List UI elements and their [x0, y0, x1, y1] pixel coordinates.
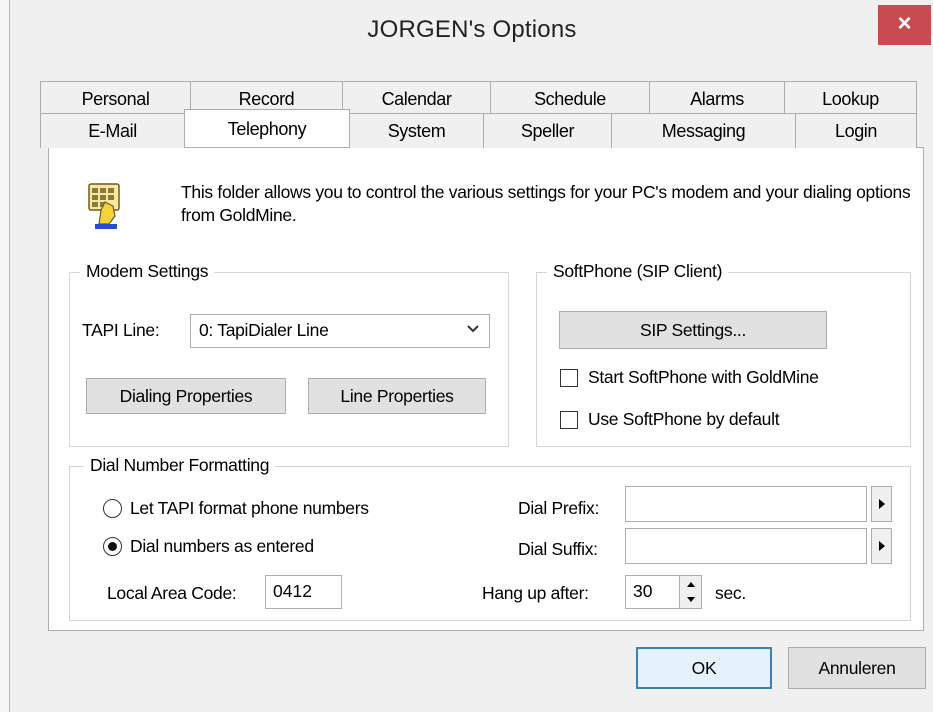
local-area-code-input[interactable]: 0412: [265, 575, 342, 609]
tab-calendar[interactable]: Calendar: [342, 81, 491, 116]
phone-keypad-icon: [85, 180, 125, 232]
modem-settings-group: Modem Settings TAPI Line: 0: TapiDialer …: [69, 261, 509, 447]
spin-down-icon[interactable]: [680, 592, 702, 608]
hang-up-label: Hang up after:: [482, 583, 589, 603]
triangle-right-icon: [879, 499, 885, 509]
tab-personal[interactable]: Personal: [40, 81, 191, 116]
dial-as-entered-label[interactable]: Dial numbers as entered: [130, 536, 314, 557]
dial-suffix-picker-button[interactable]: [871, 528, 892, 564]
close-button[interactable]: ×: [878, 5, 931, 45]
local-area-code-label: Local Area Code:: [107, 583, 237, 603]
tab-login[interactable]: Login: [795, 113, 917, 148]
line-properties-button[interactable]: Line Properties: [308, 378, 486, 414]
use-softphone-default-label[interactable]: Use SoftPhone by default: [588, 409, 780, 430]
tab-email[interactable]: E-Mail: [40, 113, 185, 148]
spin-up-icon[interactable]: [680, 576, 702, 592]
hang-up-unit: sec.: [715, 583, 746, 603]
use-softphone-default-checkbox[interactable]: [560, 411, 578, 429]
close-icon: ×: [897, 10, 912, 37]
dial-prefix-label: Dial Prefix:: [518, 498, 600, 518]
dial-prefix-picker-button[interactable]: [871, 486, 892, 522]
intro-description: This folder allows you to control the va…: [181, 182, 911, 225]
tab-schedule[interactable]: Schedule: [490, 81, 650, 116]
tab-messaging[interactable]: Messaging: [611, 113, 796, 148]
tab-system[interactable]: System: [349, 113, 484, 148]
sip-settings-button[interactable]: SIP Settings...: [559, 311, 827, 349]
tab-lookup[interactable]: Lookup: [784, 81, 917, 116]
dial-formatting-group: Dial Number Formatting Let TAPI format p…: [69, 455, 911, 621]
tab-alarms[interactable]: Alarms: [649, 81, 785, 116]
ok-button[interactable]: OK: [636, 647, 772, 689]
tapi-line-label: TAPI Line:: [82, 320, 160, 340]
dial-prefix-input[interactable]: [625, 486, 867, 522]
options-dialog: JORGEN's Options × Personal Record Calen…: [9, 0, 933, 712]
dial-formatting-legend: Dial Number Formatting: [84, 455, 276, 476]
tab-telephony[interactable]: Telephony: [184, 109, 350, 147]
softphone-group: SoftPhone (SIP Client) SIP Settings... S…: [536, 261, 911, 447]
triangle-right-icon: [879, 541, 885, 551]
background-strip: [0, 0, 9, 712]
softphone-legend: SoftPhone (SIP Client): [547, 261, 729, 282]
dialing-properties-button[interactable]: Dialing Properties: [86, 378, 286, 414]
hang-up-spin-buttons[interactable]: [679, 576, 701, 608]
dial-as-entered-radio[interactable]: [103, 537, 122, 556]
local-area-code-value: 0412: [273, 581, 312, 601]
dial-suffix-label: Dial Suffix:: [518, 539, 598, 559]
start-softphone-checkbox[interactable]: [560, 369, 578, 387]
dial-suffix-input[interactable]: [625, 528, 867, 564]
tapi-line-value: 0: TapiDialer Line: [199, 320, 329, 340]
tapi-format-radio[interactable]: [103, 499, 122, 518]
hang-up-value: 30: [633, 581, 653, 601]
telephony-panel: This folder allows you to control the va…: [48, 147, 924, 631]
title-bar[interactable]: JORGEN's Options ×: [10, 0, 933, 64]
tapi-line-select[interactable]: 0: TapiDialer Line: [190, 314, 490, 348]
chevron-down-icon: [467, 325, 479, 333]
tapi-format-label[interactable]: Let TAPI format phone numbers: [130, 498, 369, 519]
hang-up-spinner[interactable]: 30: [625, 575, 702, 609]
window-title: JORGEN's Options: [367, 16, 577, 43]
cancel-button[interactable]: Annuleren: [788, 647, 926, 689]
modem-settings-legend: Modem Settings: [80, 261, 215, 282]
start-softphone-label[interactable]: Start SoftPhone with GoldMine: [588, 367, 819, 388]
tab-speller[interactable]: Speller: [483, 113, 612, 148]
